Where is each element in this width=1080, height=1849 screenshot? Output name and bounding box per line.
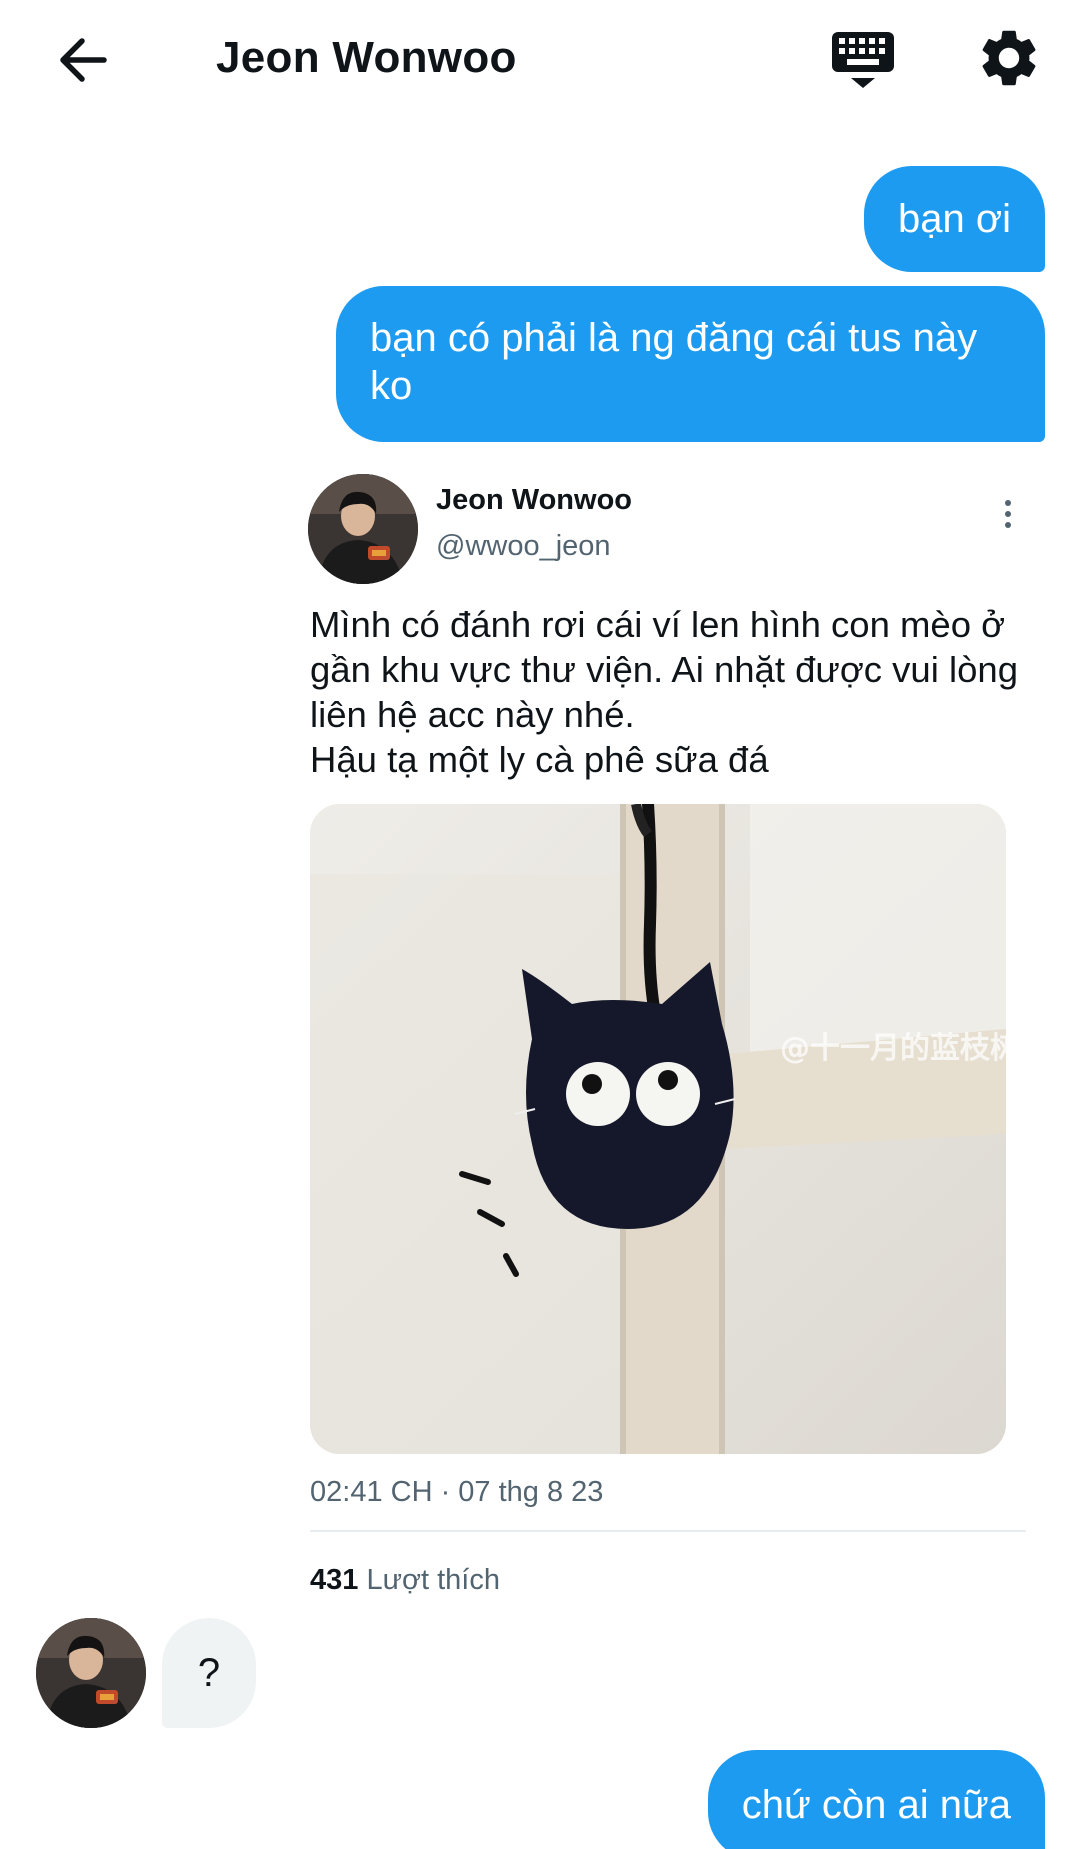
message-outgoing[interactable]: bạn ơi	[864, 166, 1045, 272]
tweet-text-line: gần khu vực thư viện. Ai nhặt được vui l…	[310, 649, 1018, 690]
page-title: Jeon Wonwoo	[216, 33, 517, 82]
avatar[interactable]	[36, 1618, 146, 1728]
avatar[interactable]	[308, 474, 418, 584]
message-incoming[interactable]: ?	[162, 1618, 256, 1728]
keyboard-button[interactable]	[830, 26, 896, 92]
profile-photo	[36, 1618, 146, 1728]
divider	[310, 1530, 1026, 1532]
tweet-timestamp: 02:41 CH · 07 thg 8 23	[310, 1476, 604, 1508]
crochet-cat-keychain-photo: @十一月的蓝枝树	[310, 804, 1006, 1454]
gear-icon	[982, 30, 1036, 86]
back-button[interactable]	[52, 28, 116, 92]
tweet-text-line: Hậu tạ một ly cà phê sữa đá	[310, 739, 769, 780]
message-outgoing[interactable]: bạn có phải là ng đăng cái tus này ko	[336, 286, 1045, 442]
message-text: chứ còn ai nữa	[741, 1783, 1011, 1827]
settings-button[interactable]	[975, 24, 1043, 92]
tweet-likes[interactable]: 431 Lượt thích	[310, 1564, 500, 1597]
more-vertical-icon	[1005, 500, 1011, 528]
keyboard-icon	[832, 32, 894, 88]
tweet-text-line: liên hệ acc này nhé.	[310, 694, 635, 735]
message-text: ?	[197, 1650, 221, 1695]
more-options-button[interactable]	[990, 496, 1026, 532]
tweet-text-line: Mình có đánh rơi cái ví len hình con mèo…	[310, 604, 1006, 645]
tweet-author-handle[interactable]: @wwoo_jeon	[436, 530, 611, 563]
message-text: bạn ơi	[898, 197, 1011, 241]
arrow-left-icon	[60, 38, 107, 82]
profile-photo	[308, 474, 418, 584]
image-watermark: @十一月的蓝枝树	[780, 1031, 1006, 1066]
likes-count: 431	[310, 1564, 359, 1596]
tweet-author-name[interactable]: Jeon Wonwoo	[436, 484, 632, 517]
tweet-image[interactable]: @十一月的蓝枝树	[310, 804, 1006, 1454]
tweet-text: Mình có đánh rơi cái ví len hình con mèo…	[310, 602, 1050, 782]
likes-label: Lượt thích	[366, 1564, 500, 1596]
message-outgoing[interactable]: chứ còn ai nữa	[707, 1750, 1045, 1849]
conversation-header: Jeon Wonwoo	[0, 0, 1080, 115]
message-text: bạn có phải là ng đăng cái tus này ko	[370, 316, 978, 408]
